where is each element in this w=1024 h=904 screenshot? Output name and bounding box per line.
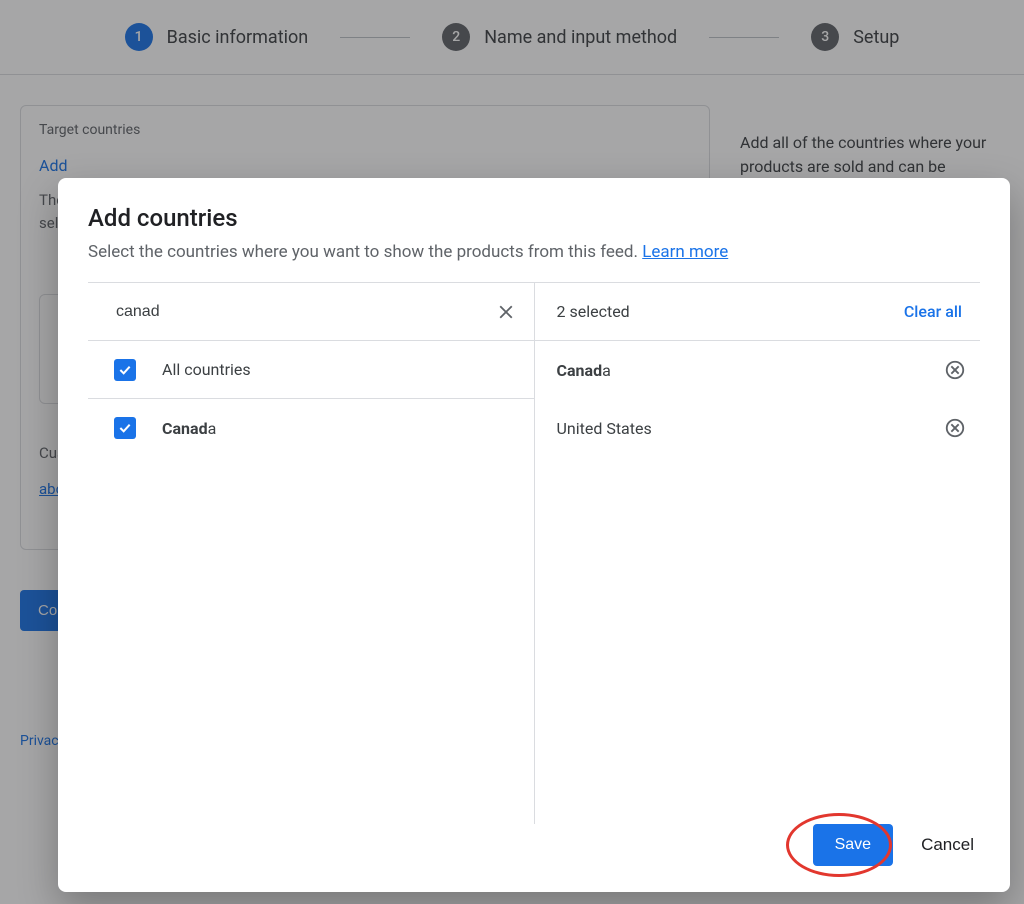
modal-body: All countries Canada 2 selected Clear al… bbox=[88, 282, 980, 824]
checkbox-canada[interactable] bbox=[114, 417, 136, 439]
checkbox-all[interactable] bbox=[114, 359, 136, 381]
selected-united-states: United States bbox=[535, 399, 981, 457]
learn-more-link[interactable]: Learn more bbox=[642, 242, 728, 262]
search-column: All countries Canada bbox=[88, 283, 535, 824]
modal-footer: Save Cancel bbox=[58, 824, 1010, 892]
save-button[interactable]: Save bbox=[813, 824, 893, 866]
modal-title: Add countries bbox=[88, 204, 980, 232]
selected-count: 2 selected bbox=[557, 302, 630, 321]
selected-canada-label: Canada bbox=[557, 361, 611, 380]
check-icon bbox=[117, 362, 133, 378]
search-row bbox=[88, 283, 534, 341]
match-bold: Canad bbox=[162, 419, 208, 438]
clear-search-button[interactable] bbox=[484, 290, 528, 334]
option-canada-label: Canada bbox=[162, 419, 216, 438]
selected-us-label: United States bbox=[557, 419, 652, 438]
option-canada[interactable]: Canada bbox=[88, 399, 534, 457]
remove-circle-icon bbox=[944, 359, 966, 381]
country-search-input[interactable] bbox=[88, 303, 484, 321]
add-countries-modal: Add countries Select the countries where… bbox=[58, 178, 1010, 892]
option-all-label: All countries bbox=[162, 360, 251, 379]
match-bold: Canad bbox=[557, 361, 603, 380]
clear-all-button[interactable]: Clear all bbox=[894, 294, 972, 329]
cancel-button[interactable]: Cancel bbox=[915, 834, 980, 856]
subtitle-text: Select the countries where you want to s… bbox=[88, 242, 642, 262]
selected-canada: Canada bbox=[535, 341, 981, 399]
option-all-countries[interactable]: All countries bbox=[88, 341, 534, 399]
selected-column: 2 selected Clear all Canada United State… bbox=[535, 283, 981, 824]
remove-circle-icon bbox=[944, 417, 966, 439]
remove-us-button[interactable] bbox=[938, 411, 972, 445]
match-rest: a bbox=[602, 361, 611, 380]
modal-header: Add countries Select the countries where… bbox=[58, 178, 1010, 282]
selected-header: 2 selected Clear all bbox=[535, 283, 981, 341]
remove-canada-button[interactable] bbox=[938, 353, 972, 387]
modal-subtitle: Select the countries where you want to s… bbox=[88, 242, 980, 262]
check-icon bbox=[117, 420, 133, 436]
close-icon bbox=[495, 301, 517, 323]
match-rest: a bbox=[208, 419, 217, 438]
